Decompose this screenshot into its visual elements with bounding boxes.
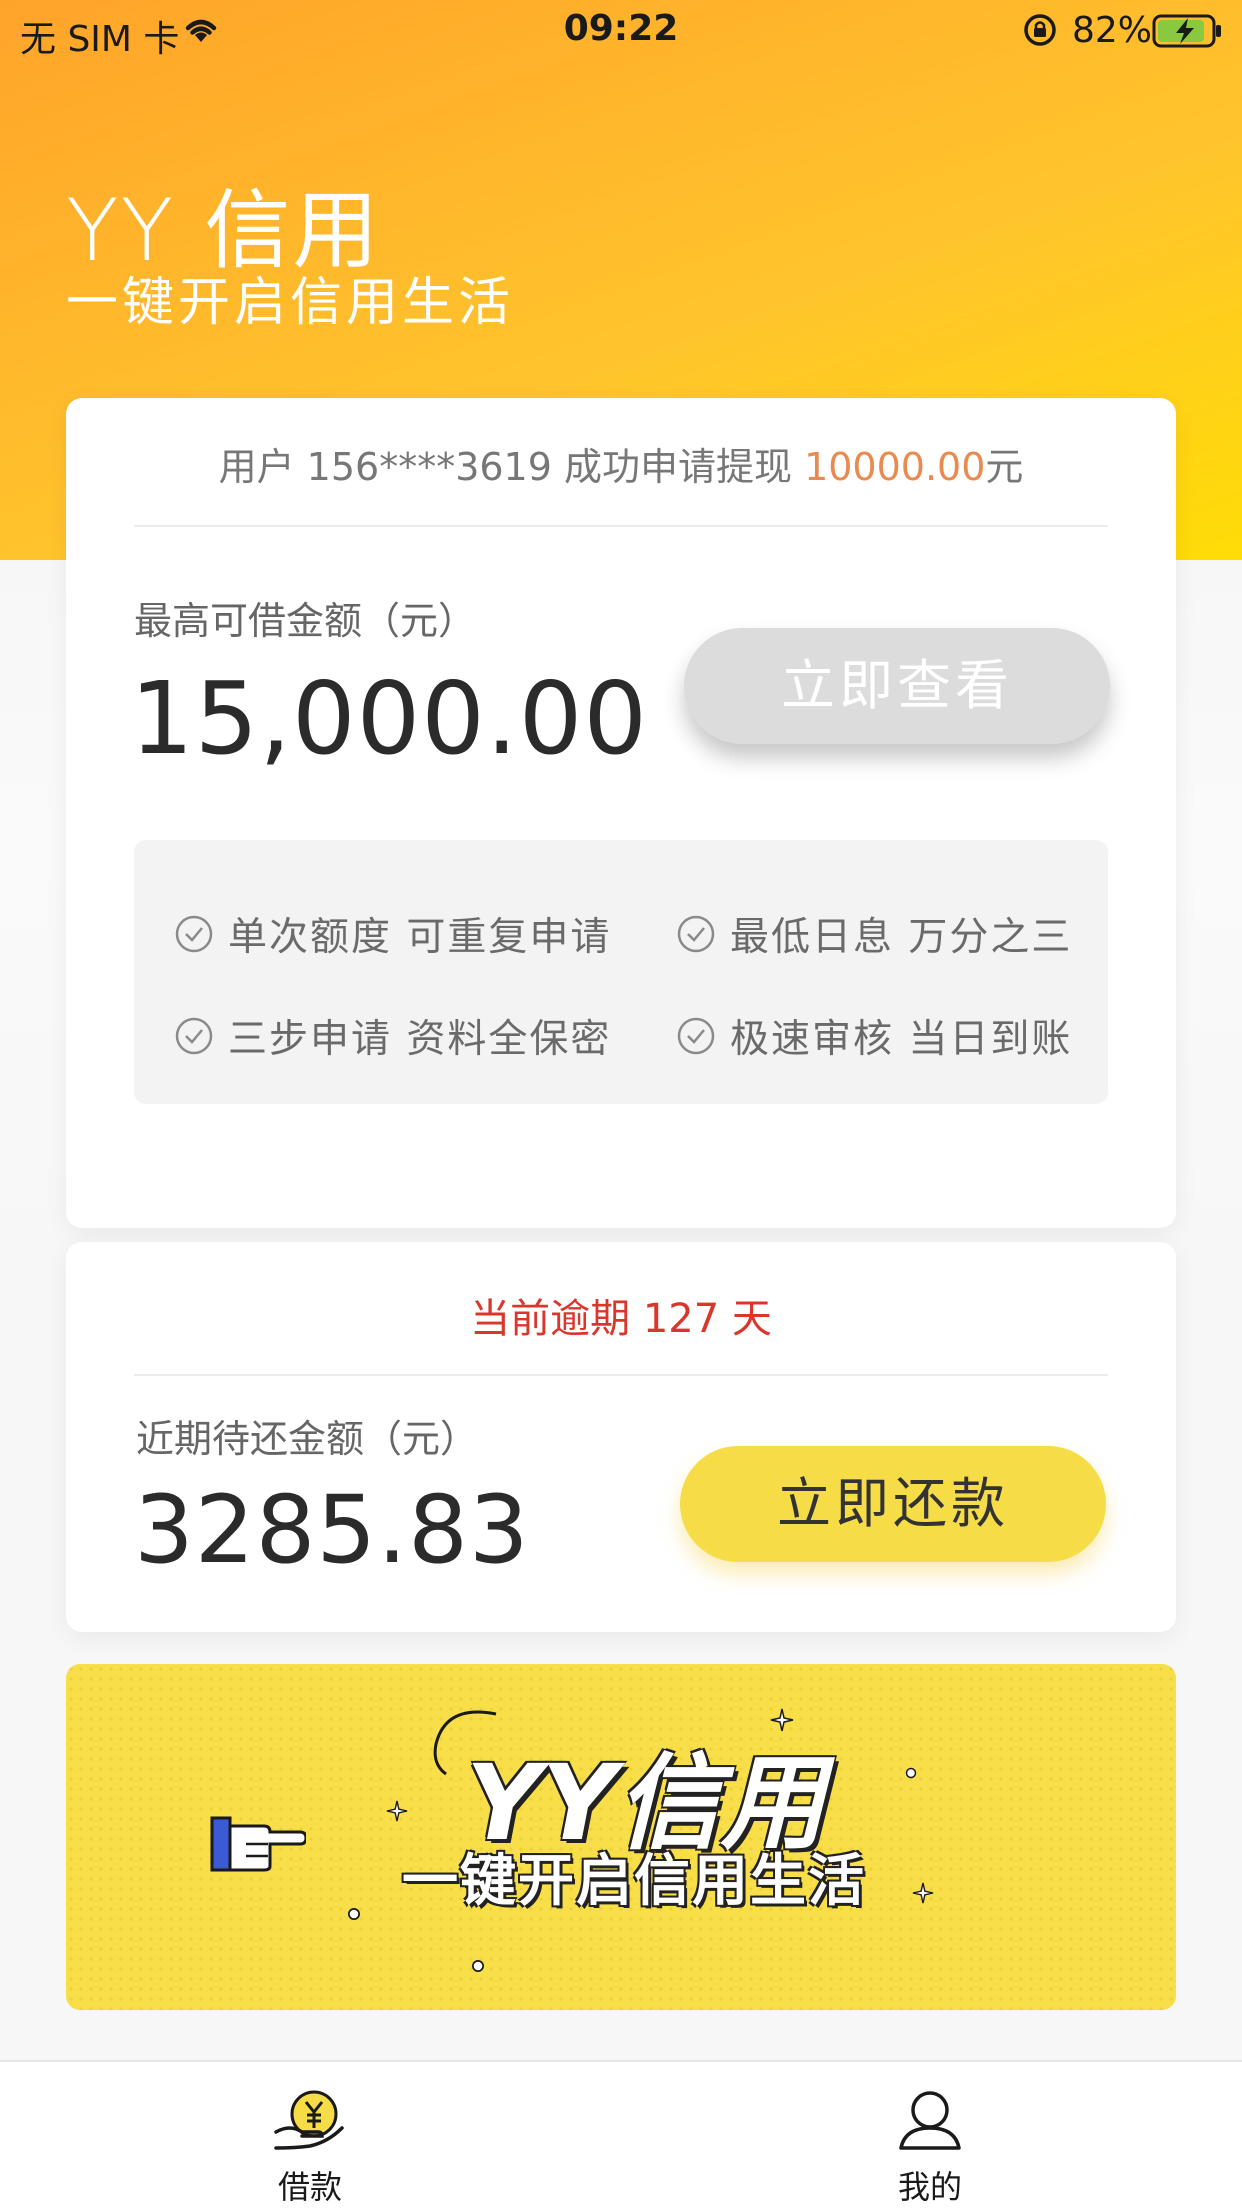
feature-label: 最低日息 万分之三 xyxy=(730,915,1073,960)
repayment-card: 当前逾期 127 天 近期待还金额（元） 3285.83 立即还款 xyxy=(66,1242,1176,1632)
tab-mine-label: 我的 xyxy=(897,2168,962,2206)
loan-coin-icon xyxy=(274,2090,344,2150)
divider xyxy=(134,1374,1108,1376)
max-amount-value: 15,000.00 xyxy=(130,660,648,777)
max-amount-label: 最高可借金额（元） xyxy=(134,599,477,643)
check-circle-icon xyxy=(677,915,715,953)
overdue-notice: 当前逾期 127 天 xyxy=(470,1296,772,1342)
divider xyxy=(134,525,1108,527)
tab-mine[interactable]: 我的 xyxy=(860,2088,1000,2208)
withdraw-notice: 用户 156****3619 成功申请提现 10000.00元 xyxy=(66,436,1176,491)
feature-label: 单次额度 可重复申请 xyxy=(228,915,612,960)
check-circle-icon xyxy=(175,1017,213,1055)
person-icon xyxy=(899,2091,961,2150)
tab-loan[interactable]: 借款 xyxy=(240,2088,380,2208)
due-amount-label: 近期待还金额（元） xyxy=(136,1417,479,1461)
battery-charging-icon xyxy=(1152,14,1224,57)
feature-item: 三步申请 资料全保密 xyxy=(174,1008,611,1064)
battery-percent: 82% xyxy=(1072,10,1153,51)
feature-label: 三步申请 资料全保密 xyxy=(228,1017,612,1062)
check-circle-icon xyxy=(677,1017,715,1055)
pointing-hand-icon xyxy=(210,1816,306,1872)
orientation-lock-icon xyxy=(1022,12,1058,57)
promo-banner[interactable]: YY信用 一键开启信用生活 xyxy=(66,1664,1176,2010)
notice-text: 用户 156****3619 成功申请提现 xyxy=(218,445,805,489)
feature-item: 单次额度 可重复申请 xyxy=(174,906,611,962)
app-subtitle: 一键开启信用生活 xyxy=(66,273,515,333)
due-amount-value: 3285.83 xyxy=(134,1476,530,1585)
repay-now-button[interactable]: 立即还款 xyxy=(680,1446,1106,1562)
feature-item: 最低日息 万分之三 xyxy=(676,906,1072,962)
sparkle-icon xyxy=(912,1882,934,1904)
feature-label: 极速审核 当日到账 xyxy=(730,1017,1073,1062)
dot-decoration-icon xyxy=(905,1767,917,1779)
banner-subtitle: 一键开启信用生活 xyxy=(402,1849,866,1914)
sparkle-icon xyxy=(386,1800,408,1822)
dot-decoration-icon xyxy=(348,1908,360,1920)
feature-list: 单次额度 可重复申请 最低日息 万分之三 三步申请 资料全保密 极速审核 当日到… xyxy=(134,840,1108,1104)
status-bar: 无 SIM 卡 09:22 82% xyxy=(0,0,1242,62)
feature-item: 极速审核 当日到账 xyxy=(676,1008,1072,1064)
loan-card: 用户 156****3619 成功申请提现 10000.00元 最高可借金额（元… xyxy=(66,398,1176,1228)
tab-bar: 借款 我的 xyxy=(0,2060,1242,2208)
tab-loan-label: 借款 xyxy=(277,2168,342,2206)
view-now-button[interactable]: 立即查看 xyxy=(684,628,1110,744)
dot-decoration-icon xyxy=(472,1960,484,1972)
notice-amount: 10000.00 xyxy=(804,445,986,489)
notice-unit: 元 xyxy=(985,445,1024,489)
check-circle-icon xyxy=(175,915,213,953)
